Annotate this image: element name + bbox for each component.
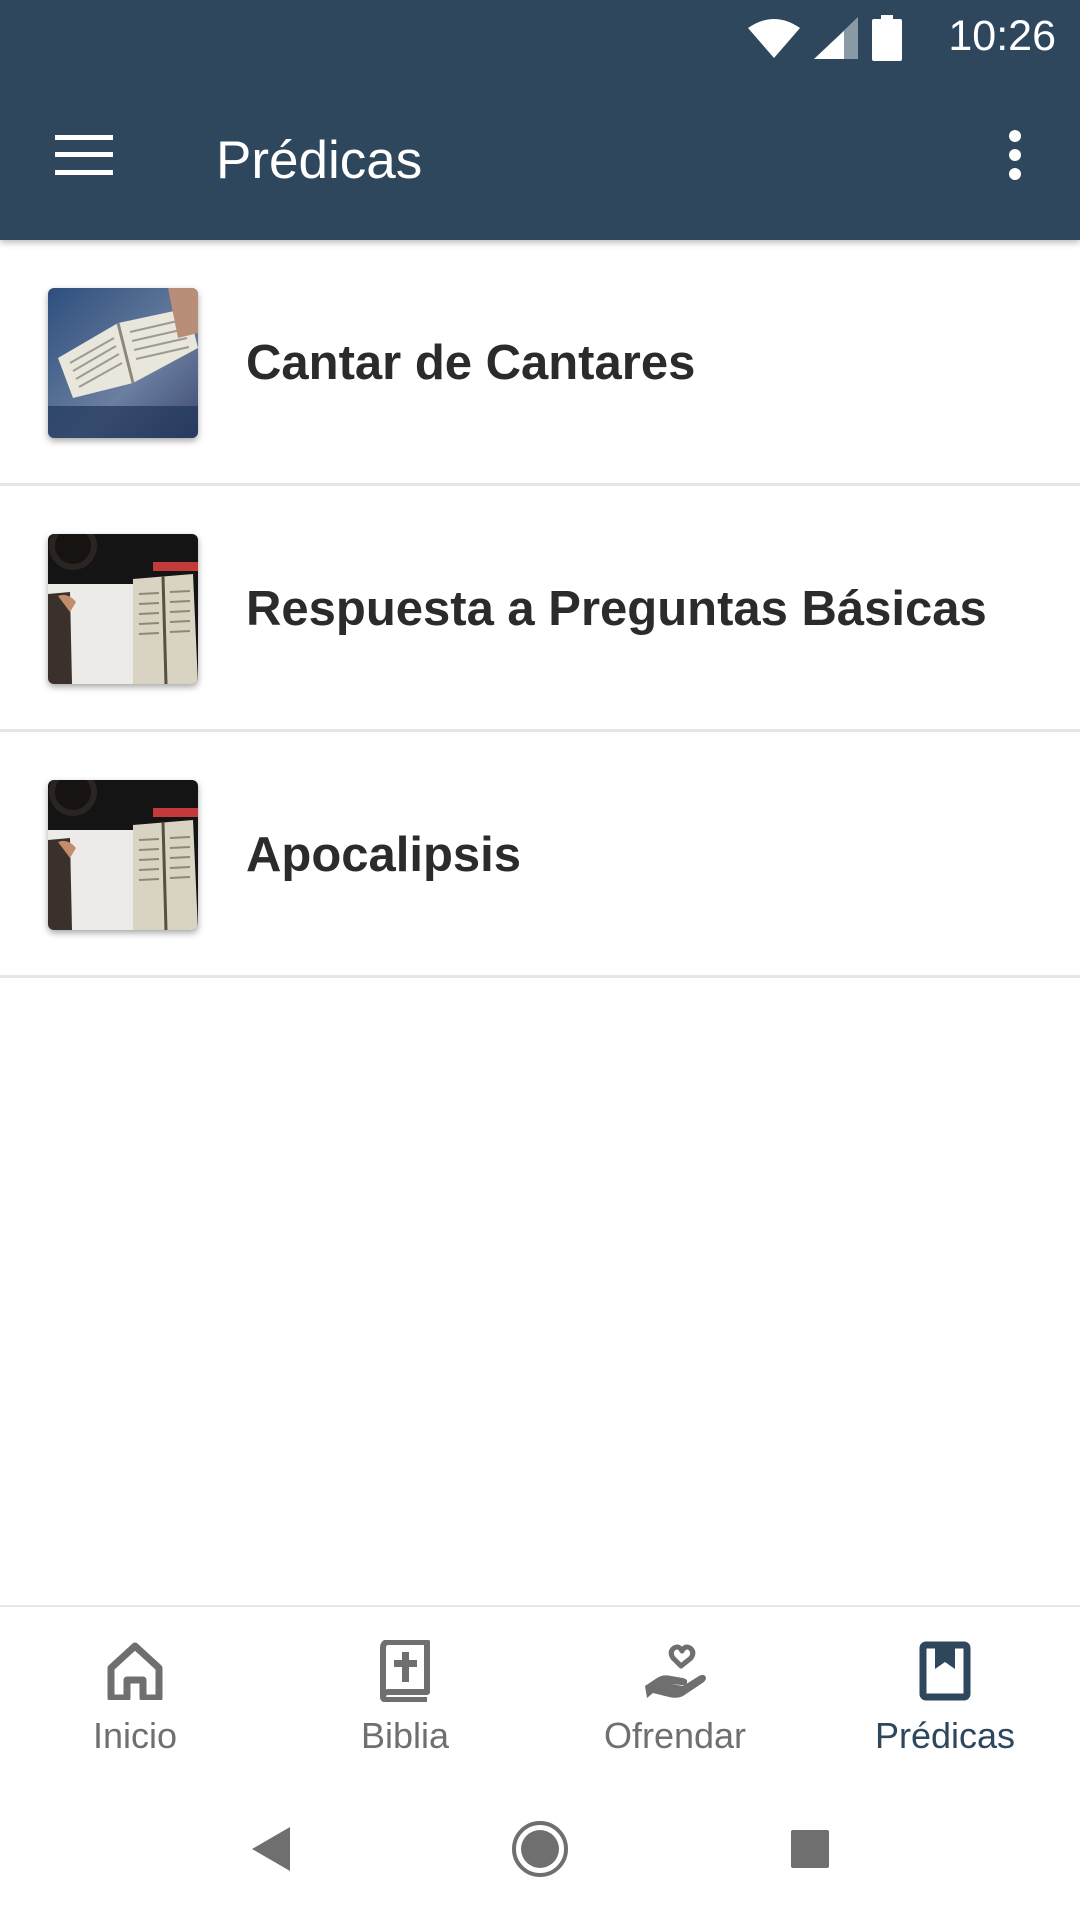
sermon-list-item[interactable]: Apocalipsis [0,732,1080,978]
nav-label: Biblia [360,1715,450,1756]
back-icon [252,1826,290,1876]
nav-item-inicio[interactable]: Inicio [0,1607,270,1780]
overflow-menu-button[interactable] [980,114,1050,200]
nav-label: Ofrendar [603,1715,747,1756]
nav-item-ofrendar[interactable]: Ofrendar [540,1607,810,1780]
bible-in-hand-photo [48,288,198,438]
sermon-thumbnail [48,534,198,684]
menu-button[interactable] [34,114,134,200]
home-system-button[interactable] [505,1816,575,1886]
bottom-navigation: Inicio Biblia Ofrendar Prédicas [0,1605,1080,1780]
system-navigation-bar [0,1780,1080,1920]
sermon-list-item[interactable]: Respuesta a Preguntas Básicas [0,486,1080,732]
sermon-title: Respuesta a Preguntas Básicas [246,582,987,636]
sermon-thumbnail [48,780,198,930]
battery-icon [872,15,902,61]
cell-signal-icon [814,17,858,59]
sermon-list: Cantar de Cantares Respuesta a Preguntas… [0,240,1080,978]
page-title: Prédicas [216,131,423,190]
header: 10:26 Prédicas [0,0,1080,240]
sermon-list-item[interactable]: Cantar de Cantares [0,240,1080,486]
desk-bible-notebook-photo [48,780,198,930]
home-icon [103,1639,167,1703]
sermon-title: Apocalipsis [246,828,522,882]
nav-item-biblia[interactable]: Biblia [270,1607,540,1780]
recents-icon [791,1829,829,1873]
hamburger-menu-icon [55,134,113,180]
donate-hand-heart-icon [643,1639,707,1703]
bookmark-book-icon [913,1639,977,1703]
nav-item-predicas[interactable]: Prédicas [810,1607,1080,1780]
sermon-thumbnail [48,288,198,438]
app-bar: Prédicas [0,78,1080,240]
back-button[interactable] [236,1816,306,1886]
nav-label: Inicio [92,1715,178,1756]
wifi-icon [748,18,800,58]
status-time: 10:26 [948,12,1056,60]
status-icons [748,14,902,62]
home-circle-icon [511,1820,569,1883]
sermon-title: Cantar de Cantares [246,336,696,390]
desk-bible-notebook-photo [48,534,198,684]
recents-button[interactable] [775,1816,845,1886]
more-vertical-icon [1008,129,1022,185]
status-bar: 10:26 [0,0,1080,78]
nav-label: Prédicas [874,1715,1016,1756]
bible-icon [373,1639,437,1703]
